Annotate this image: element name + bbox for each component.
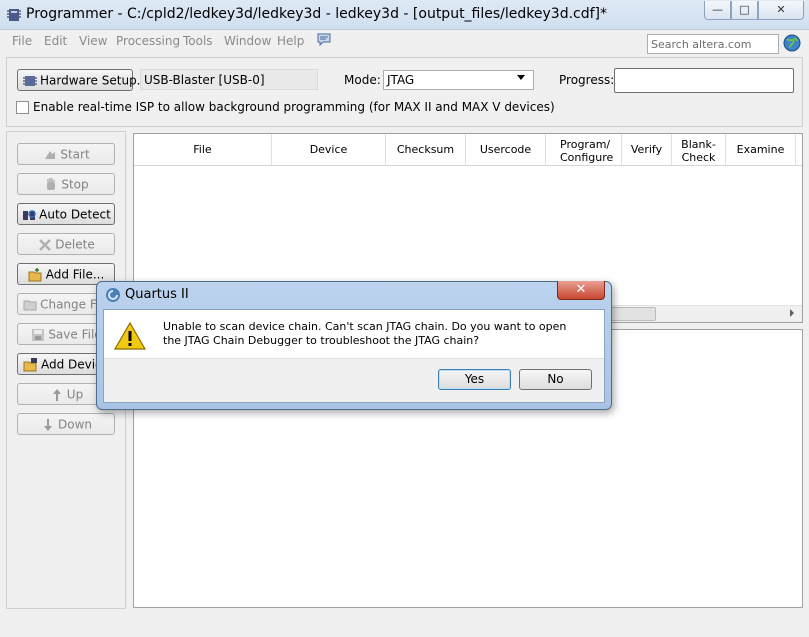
save-disk-icon xyxy=(30,327,46,343)
feedback-icon[interactable] xyxy=(317,33,331,47)
hardware-value: USB-Blaster [USB-0] xyxy=(140,69,318,90)
isp-checkbox[interactable] xyxy=(16,101,29,114)
save-file-label: Save File xyxy=(48,327,102,342)
mode-label: Mode: xyxy=(344,73,381,87)
delete-x-icon xyxy=(37,237,53,253)
progress-label: Progress: xyxy=(559,73,615,87)
yes-button[interactable]: Yes xyxy=(438,369,511,390)
dialog-title: Quartus II xyxy=(125,287,189,302)
open-folder-icon xyxy=(28,267,44,283)
minimize-button[interactable]: — xyxy=(704,1,731,20)
quartus-logo-icon xyxy=(105,287,121,303)
search-input[interactable]: Search altera.com xyxy=(647,34,779,54)
column-header-device[interactable]: Device xyxy=(272,134,386,166)
warning-icon xyxy=(113,321,147,351)
hardware-setup-button[interactable]: Hardware Setup... xyxy=(17,69,148,91)
dialog-message: Unable to scan device chain. Can't scan … xyxy=(163,320,567,347)
column-header-examine[interactable]: Examine xyxy=(726,134,796,166)
menu-edit[interactable]: Edit xyxy=(44,34,67,48)
start-icon xyxy=(42,147,58,163)
menu-file[interactable]: File xyxy=(12,34,32,48)
down-arrow-icon xyxy=(40,417,56,433)
stop-hand-icon xyxy=(43,177,59,193)
delete-button[interactable]: Delete xyxy=(17,233,115,255)
hardware-icon xyxy=(22,73,38,89)
progress-bar xyxy=(614,68,794,93)
mode-select[interactable]: JTAG xyxy=(383,70,534,90)
menu-tools[interactable]: Tools xyxy=(183,34,213,48)
auto-detect-icon xyxy=(21,207,37,223)
close-window-button[interactable]: ✕ xyxy=(758,1,804,20)
chevron-down-icon[interactable] xyxy=(517,75,525,80)
globe-icon[interactable] xyxy=(783,34,801,52)
add-file-label: Add File... xyxy=(45,267,105,282)
column-header-verify[interactable]: Verify xyxy=(622,134,672,166)
up-label: Up xyxy=(66,387,84,402)
programmer-app-icon xyxy=(6,7,22,23)
auto-detect-button[interactable]: Auto Detect xyxy=(17,203,115,225)
stop-label: Stop xyxy=(61,177,89,192)
column-header-blank-check[interactable]: Blank- Check xyxy=(672,134,726,166)
menu-view[interactable]: View xyxy=(79,34,107,48)
up-arrow-icon xyxy=(49,387,65,403)
hardware-setup-label: Hardware Setup... xyxy=(40,73,149,88)
window-title: Programmer - C:/cpld2/ledkey3d/ledkey3d … xyxy=(26,6,607,22)
start-label: Start xyxy=(60,147,90,162)
menu-window[interactable]: Window xyxy=(224,34,271,48)
isp-label: Enable real-time ISP to allow background… xyxy=(33,100,555,114)
column-header-checksum[interactable]: Checksum xyxy=(386,134,466,166)
down-button[interactable]: Down xyxy=(17,413,115,435)
stop-button[interactable]: Stop xyxy=(17,173,115,195)
column-header-usercode[interactable]: Usercode xyxy=(466,134,546,166)
delete-label: Delete xyxy=(55,237,95,252)
no-button[interactable]: No xyxy=(519,369,592,390)
start-button[interactable]: Start xyxy=(17,143,115,165)
add-device-icon xyxy=(23,357,39,373)
maximize-button[interactable]: □ xyxy=(731,1,758,20)
column-header-program-configure[interactable]: Program/ Configure xyxy=(546,134,622,166)
dialog-close-button[interactable]: ✕ xyxy=(557,281,605,300)
scroll-right-icon[interactable] xyxy=(790,309,794,317)
menu-processing[interactable]: Processing xyxy=(116,34,180,48)
change-file-icon xyxy=(22,297,38,313)
down-label: Down xyxy=(57,417,92,432)
menu-help[interactable]: Help xyxy=(277,34,304,48)
column-header-file[interactable]: File xyxy=(134,134,272,166)
auto-detect-label: Auto Detect xyxy=(39,207,111,222)
